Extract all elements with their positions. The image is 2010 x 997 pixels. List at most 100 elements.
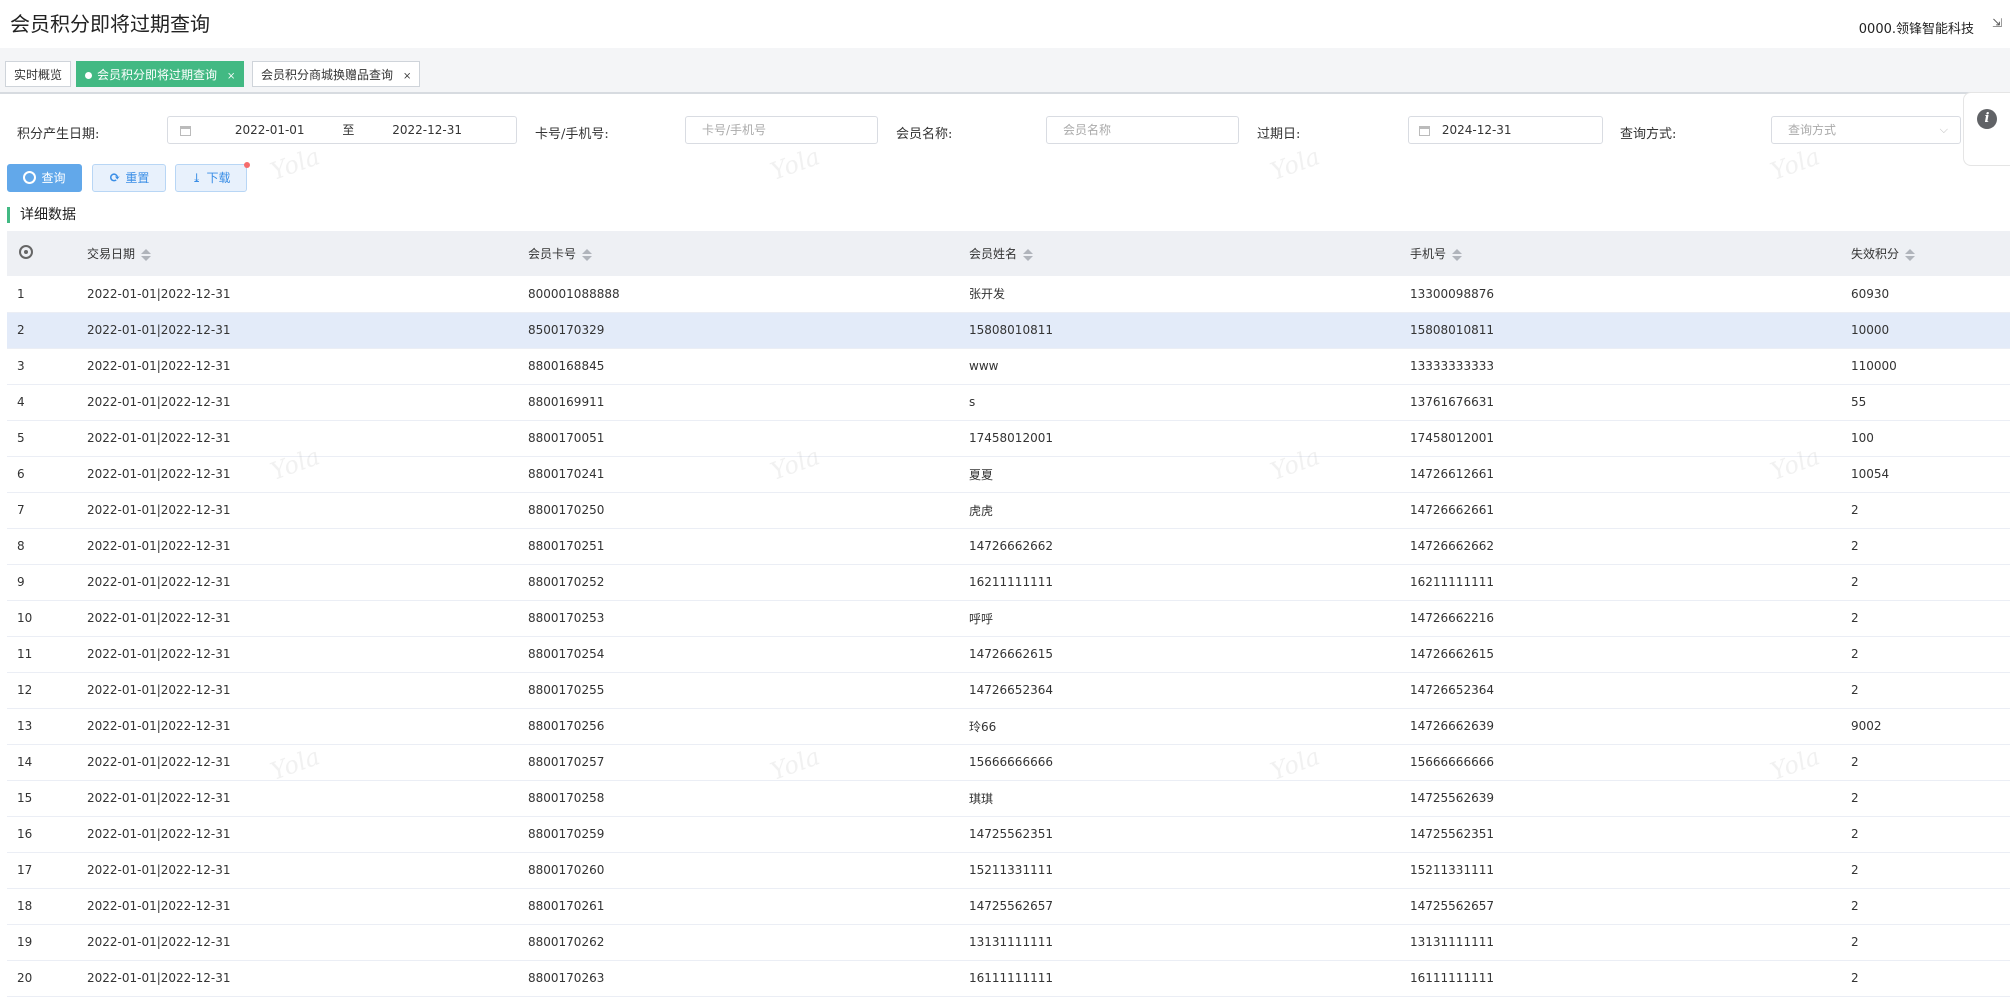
export-icon[interactable]: ⇲ bbox=[1992, 16, 2002, 30]
refresh-icon: ⟳ bbox=[108, 170, 121, 186]
sort-icon[interactable] bbox=[1905, 248, 1916, 261]
table-cell: 10000 bbox=[1851, 323, 1890, 337]
search-icon bbox=[23, 171, 37, 184]
download-icon: ⤓ bbox=[191, 171, 202, 185]
download-button[interactable]: ⤓ 下载 bbox=[175, 164, 247, 192]
table-row[interactable]: 15 2022-01-01|2022-12-31 8800170258 琪琪 14725… bbox=[7, 780, 2010, 816]
table-cell: 14726662639 bbox=[1410, 719, 1494, 733]
sort-icon[interactable] bbox=[1023, 248, 1034, 261]
table-row[interactable]: 10 2022-01-01|2022-12-31 8800170253 呼呼 14726… bbox=[7, 600, 2010, 636]
download-button-label: 下载 bbox=[206, 171, 231, 185]
table-cell: 8500170329 bbox=[528, 323, 605, 337]
table-cell: 2 bbox=[1851, 683, 1859, 697]
table-row[interactable]: 8 2022-01-01|2022-12-31 8800170251 14726662… bbox=[7, 528, 2010, 564]
table-cell: 20 bbox=[17, 971, 33, 985]
column-settings[interactable] bbox=[7, 231, 87, 276]
date-range-picker[interactable]: 2022-01-01 至 2022-12-31 bbox=[167, 116, 517, 144]
table-cell: 2022-01-01|2022-12-31 bbox=[87, 935, 231, 949]
table-row[interactable]: 14 2022-01-01|2022-12-31 8800170257 1566666… bbox=[7, 744, 2010, 780]
sort-icon[interactable] bbox=[141, 248, 152, 261]
table-cell: 2 bbox=[1851, 611, 1859, 625]
query-button[interactable]: 查询 bbox=[7, 164, 82, 192]
table-row[interactable]: 4 2022-01-01|2022-12-31 8800169911 s 1376167… bbox=[7, 384, 2010, 420]
table-row[interactable]: 20 2022-01-01|2022-12-31 8800170263 1611111… bbox=[7, 960, 2010, 996]
column-header[interactable]: 手机号 bbox=[1410, 231, 1851, 276]
tab-realtime-overview[interactable]: 实时概览 bbox=[5, 61, 72, 87]
query-method-label: 查询方式: bbox=[1620, 127, 1677, 142]
table-cell: 2 bbox=[1851, 791, 1859, 805]
column-header[interactable]: 交易日期 bbox=[87, 231, 528, 276]
tab-points-expiry[interactable]: 会员积分即将过期查询 × bbox=[76, 61, 245, 87]
table-cell: 16111111111 bbox=[1410, 971, 1494, 985]
table-cell: 8800170256 bbox=[528, 719, 605, 733]
table-cell: 2022-01-01|2022-12-31 bbox=[87, 323, 231, 337]
close-icon[interactable]: × bbox=[403, 71, 411, 82]
table-cell: 17 bbox=[17, 863, 33, 877]
table-cell: 13333333333 bbox=[1410, 359, 1494, 373]
expire-date-label: 过期日: bbox=[1257, 127, 1301, 142]
column-header-label: 会员卡号 bbox=[528, 247, 577, 261]
table-cell: 2 bbox=[1851, 755, 1859, 769]
expire-date-value[interactable]: 2024-12-31 bbox=[1442, 123, 1512, 137]
close-icon[interactable]: × bbox=[227, 71, 235, 82]
query-method-select[interactable]: 查询方式 ⌵ bbox=[1771, 116, 1961, 144]
table-cell: 14726662662 bbox=[969, 539, 1053, 553]
table-row[interactable]: 17 2022-01-01|2022-12-31 8800170260 1521133… bbox=[7, 852, 2010, 888]
tab-label: 会员积分商城换赠品查询 bbox=[261, 68, 394, 82]
table-cell: 2022-01-01|2022-12-31 bbox=[87, 575, 231, 589]
column-header[interactable]: 失效积分 bbox=[1851, 231, 2010, 276]
column-header[interactable]: 会员姓名 bbox=[969, 231, 1410, 276]
table-cell: 2 bbox=[1851, 503, 1859, 517]
table-cell: 14726662661 bbox=[1410, 503, 1494, 517]
tab-gift-exchange[interactable]: 会员积分商城换赠品查询 × bbox=[252, 61, 421, 87]
info-panel-toggle[interactable]: i bbox=[1963, 92, 2010, 166]
reset-button[interactable]: ⟳ 重置 bbox=[92, 164, 166, 192]
page-title: 会员积分即将过期查询 bbox=[10, 12, 210, 36]
member-name-input[interactable]: 会员名称 bbox=[1046, 116, 1239, 144]
table-cell: 2 bbox=[1851, 863, 1859, 877]
table-cell: 15666666666 bbox=[1410, 755, 1494, 769]
table-cell: 15666666666 bbox=[969, 755, 1053, 769]
table-cell: 13131111111 bbox=[969, 935, 1053, 949]
table-cell: 2022-01-01|2022-12-31 bbox=[87, 971, 231, 985]
table-row[interactable]: 19 2022-01-01|2022-12-31 8800170262 1313111… bbox=[7, 924, 2010, 960]
table-cell: 12 bbox=[17, 683, 33, 697]
table-cell: 16 bbox=[17, 827, 33, 841]
table-row[interactable]: 5 2022-01-01|2022-12-31 8800170051 17458012… bbox=[7, 420, 2010, 456]
notification-dot bbox=[244, 162, 250, 168]
date-start[interactable]: 2022-01-01 bbox=[235, 123, 305, 137]
date-end[interactable]: 2022-12-31 bbox=[392, 123, 462, 137]
table-cell: 13 bbox=[17, 719, 33, 733]
table-row[interactable]: 9 2022-01-01|2022-12-31 8800170252 16211111… bbox=[7, 564, 2010, 600]
table-row[interactable]: 12 2022-01-01|2022-12-31 8800170255 1472665… bbox=[7, 672, 2010, 708]
table-row[interactable]: 1 2022-01-01|2022-12-31 800001088888 张开发 133… bbox=[7, 276, 2010, 312]
table-cell: 14726662615 bbox=[969, 647, 1053, 661]
table-row[interactable]: 13 2022-01-01|2022-12-31 8800170256 玲66 1472… bbox=[7, 708, 2010, 744]
table-row[interactable]: 6 2022-01-01|2022-12-31 8800170241 夏夏 147266… bbox=[7, 456, 2010, 492]
table-row[interactable]: 16 2022-01-01|2022-12-31 8800170259 1472556… bbox=[7, 816, 2010, 852]
table-cell: 11 bbox=[17, 647, 33, 661]
card-phone-input[interactable]: 卡号/手机号 bbox=[685, 116, 878, 144]
table-row[interactable]: 11 2022-01-01|2022-12-31 8800170254 1472666… bbox=[7, 636, 2010, 672]
table-cell: 2022-01-01|2022-12-31 bbox=[87, 683, 231, 697]
tab-label: 会员积分即将过期查询 bbox=[97, 68, 218, 82]
top-bar: 会员积分即将过期查询 0000.领锋智能科技 ⇲ bbox=[0, 0, 2010, 48]
column-header[interactable]: 会员卡号 bbox=[528, 231, 969, 276]
expire-date-picker[interactable]: 2024-12-31 bbox=[1408, 116, 1603, 144]
table-cell: 16211111111 bbox=[969, 575, 1053, 589]
column-header-label: 会员姓名 bbox=[969, 247, 1018, 261]
table-row[interactable]: 2 2022-01-01|2022-12-31 8500170329 15808010… bbox=[7, 312, 2010, 348]
table-row[interactable]: 18 2022-01-01|2022-12-31 8800170261 1472556… bbox=[7, 888, 2010, 924]
table-row[interactable]: 3 2022-01-01|2022-12-31 8800168845 www 13333… bbox=[7, 348, 2010, 384]
table-cell: 2022-01-01|2022-12-31 bbox=[87, 503, 231, 517]
sort-icon[interactable] bbox=[1452, 248, 1463, 261]
table-cell: 16111111111 bbox=[969, 971, 1053, 985]
table-cell: 8800170255 bbox=[528, 683, 605, 697]
filter-panel: 积分产生日期: 2022-01-01 至 2022-12-31 卡号/手机号: … bbox=[0, 92, 2010, 252]
sort-icon[interactable] bbox=[582, 248, 593, 261]
tab-bar: 实时概览 会员积分即将过期查询 × 会员积分商城换赠品查询 × bbox=[0, 48, 2010, 94]
table-cell: www bbox=[969, 359, 999, 373]
info-icon: i bbox=[1977, 109, 1997, 129]
company-name[interactable]: 0000.领锋智能科技 bbox=[1859, 18, 1974, 37]
table-row[interactable]: 7 2022-01-01|2022-12-31 8800170250 虎虎 147266… bbox=[7, 492, 2010, 528]
